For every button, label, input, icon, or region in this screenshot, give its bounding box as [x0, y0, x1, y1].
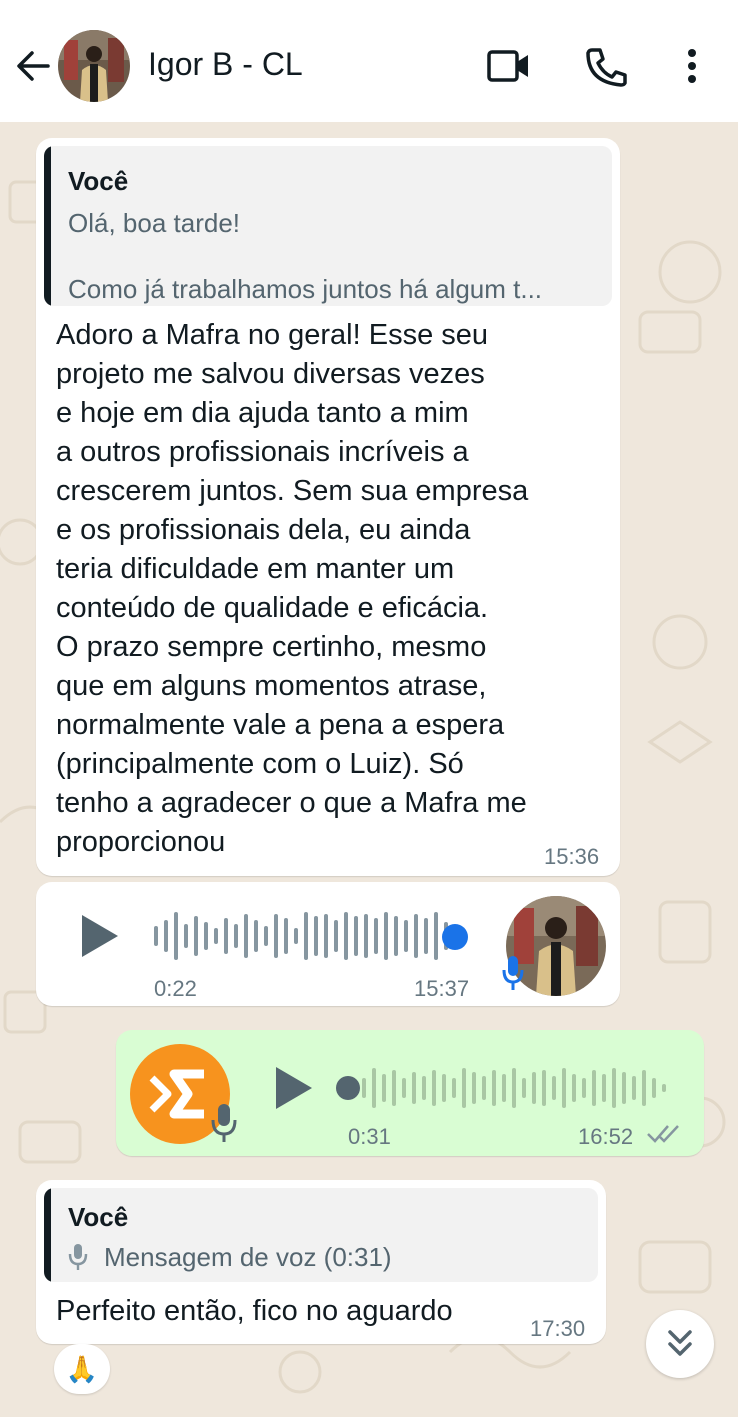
message-bubble-incoming[interactable]: Você Olá, boa tarde! Como já trabalhamos…	[36, 138, 620, 876]
contact-avatar[interactable]	[58, 30, 130, 102]
quoted-message[interactable]: Você Mensagem de voz (0:31)	[44, 1188, 598, 1282]
voice-call-icon[interactable]	[582, 44, 630, 88]
video-call-icon[interactable]	[484, 44, 532, 88]
microphone-icon	[68, 1242, 88, 1277]
message-time: 16:52	[578, 1124, 634, 1149]
quoted-message[interactable]: Você Olá, boa tarde! Como já trabalhamos…	[44, 146, 612, 306]
back-arrow-icon[interactable]	[14, 44, 54, 88]
message-reaction[interactable]: 🙏	[54, 1344, 110, 1394]
quote-author: Você	[68, 166, 129, 196]
play-icon[interactable]	[272, 1064, 316, 1117]
microphone-icon	[502, 954, 524, 999]
voice-duration: 0:22	[154, 976, 197, 1001]
message-bubble-incoming[interactable]: Você Mensagem de voz (0:31) Perfeito ent…	[36, 1180, 606, 1344]
double-chevron-down-icon	[668, 1330, 692, 1356]
message-time: 15:36	[544, 844, 600, 869]
quote-author: Você	[68, 1202, 129, 1232]
quote-bar	[44, 146, 51, 306]
message-time: 17:30	[530, 1316, 586, 1341]
voice-waveform[interactable]	[362, 1060, 672, 1116]
message-text: Perfeito então, fico no aguardo	[56, 1295, 453, 1327]
voice-waveform[interactable]	[152, 906, 472, 966]
microphone-icon	[210, 1102, 238, 1149]
voice-message-incoming[interactable]: 0:22 15:37	[36, 882, 620, 1006]
voice-message-outgoing[interactable]: 0:31 16:52	[116, 1030, 704, 1156]
read-receipt-icon	[646, 1120, 684, 1151]
scroll-to-bottom-button[interactable]	[646, 1310, 714, 1378]
message-time: 15:37	[414, 976, 470, 1001]
quote-bar	[44, 1188, 51, 1282]
contact-name[interactable]: Igor B - CL	[148, 46, 303, 83]
voice-duration: 0:31	[348, 1124, 391, 1149]
playback-slider-thumb[interactable]	[442, 924, 468, 950]
more-options-icon[interactable]	[670, 44, 714, 88]
quote-text-line2: Como já trabalhamos juntos há algum t...	[68, 274, 543, 304]
playback-slider-thumb[interactable]	[336, 1076, 360, 1100]
play-icon[interactable]	[78, 912, 122, 965]
chat-header: Igor B - CL	[0, 0, 738, 122]
quote-voice-label: Mensagem de voz (0:31)	[104, 1242, 392, 1272]
quote-text-line1: Olá, boa tarde!	[68, 208, 240, 238]
message-text: Adoro a Mafra no geral! Esse seu projeto…	[56, 319, 529, 858]
